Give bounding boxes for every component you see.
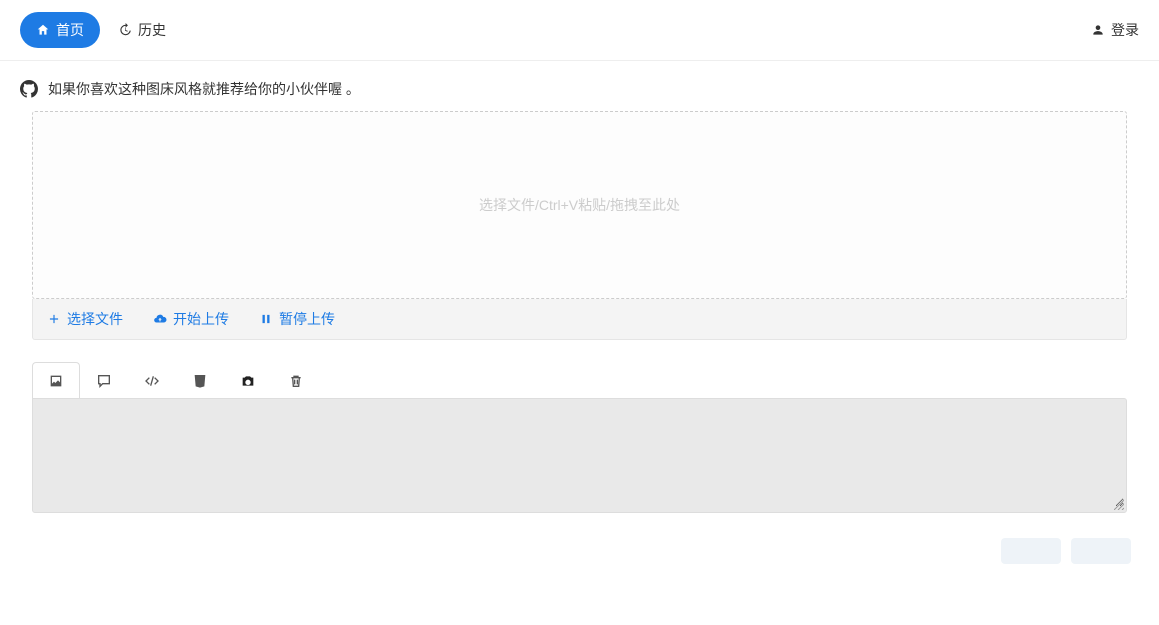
tab-image[interactable] — [32, 362, 80, 398]
output-panel — [32, 398, 1127, 513]
notice-text: 如果你喜欢这种图床风格就推荐给你的小伙伴喔 。 — [48, 79, 360, 99]
home-icon — [36, 23, 50, 37]
bottom-overlay — [821, 517, 1141, 607]
github-icon — [20, 80, 38, 98]
overlay-button-2[interactable] — [1071, 538, 1131, 564]
comment-icon — [96, 373, 112, 389]
login-link[interactable]: 登录 — [1091, 20, 1139, 40]
pause-upload-label: 暂停上传 — [279, 309, 335, 329]
plus-icon — [47, 312, 61, 326]
select-file-button[interactable]: 选择文件 — [47, 309, 123, 329]
main-container: 选择文件/Ctrl+V粘贴/拖拽至此处 选择文件 开始上传 暂停上传 — [0, 111, 1159, 533]
nav-left: 首页 历史 — [20, 12, 166, 48]
camera-icon — [240, 373, 256, 389]
history-icon — [118, 23, 132, 37]
code-icon — [144, 373, 160, 389]
pause-upload-button[interactable]: 暂停上传 — [259, 309, 335, 329]
image-icon — [48, 373, 64, 389]
html5-icon — [192, 373, 208, 389]
history-link[interactable]: 历史 — [118, 20, 166, 40]
output-textarea[interactable] — [35, 401, 1124, 507]
nav-right: 登录 — [1091, 20, 1139, 40]
home-button[interactable]: 首页 — [20, 12, 100, 48]
notice-bar: 如果你喜欢这种图床风格就推荐给你的小伙伴喔 。 — [0, 61, 1159, 111]
tab-code[interactable] — [128, 362, 176, 398]
login-label: 登录 — [1111, 20, 1139, 40]
dropzone-placeholder: 选择文件/Ctrl+V粘贴/拖拽至此处 — [479, 195, 680, 215]
tab-html5[interactable] — [176, 362, 224, 398]
overlay-button-1[interactable] — [1001, 538, 1061, 564]
select-file-label: 选择文件 — [67, 309, 123, 329]
trash-icon — [288, 373, 304, 389]
tab-comment[interactable] — [80, 362, 128, 398]
start-upload-label: 开始上传 — [173, 309, 229, 329]
pause-icon — [259, 312, 273, 326]
user-icon — [1091, 23, 1105, 37]
tab-trash[interactable] — [272, 362, 320, 398]
tab-camera[interactable] — [224, 362, 272, 398]
upload-dropzone[interactable]: 选择文件/Ctrl+V粘贴/拖拽至此处 — [32, 111, 1127, 299]
upload-action-bar: 选择文件 开始上传 暂停上传 — [32, 299, 1127, 340]
home-label: 首页 — [56, 20, 84, 40]
overlay-caption — [1011, 576, 1131, 586]
history-label: 历史 — [138, 20, 166, 40]
overlay-buttons — [1001, 538, 1131, 564]
cloud-upload-icon — [153, 312, 167, 326]
start-upload-button[interactable]: 开始上传 — [153, 309, 229, 329]
output-tabs — [32, 362, 1127, 398]
top-nav: 首页 历史 登录 — [0, 0, 1159, 61]
